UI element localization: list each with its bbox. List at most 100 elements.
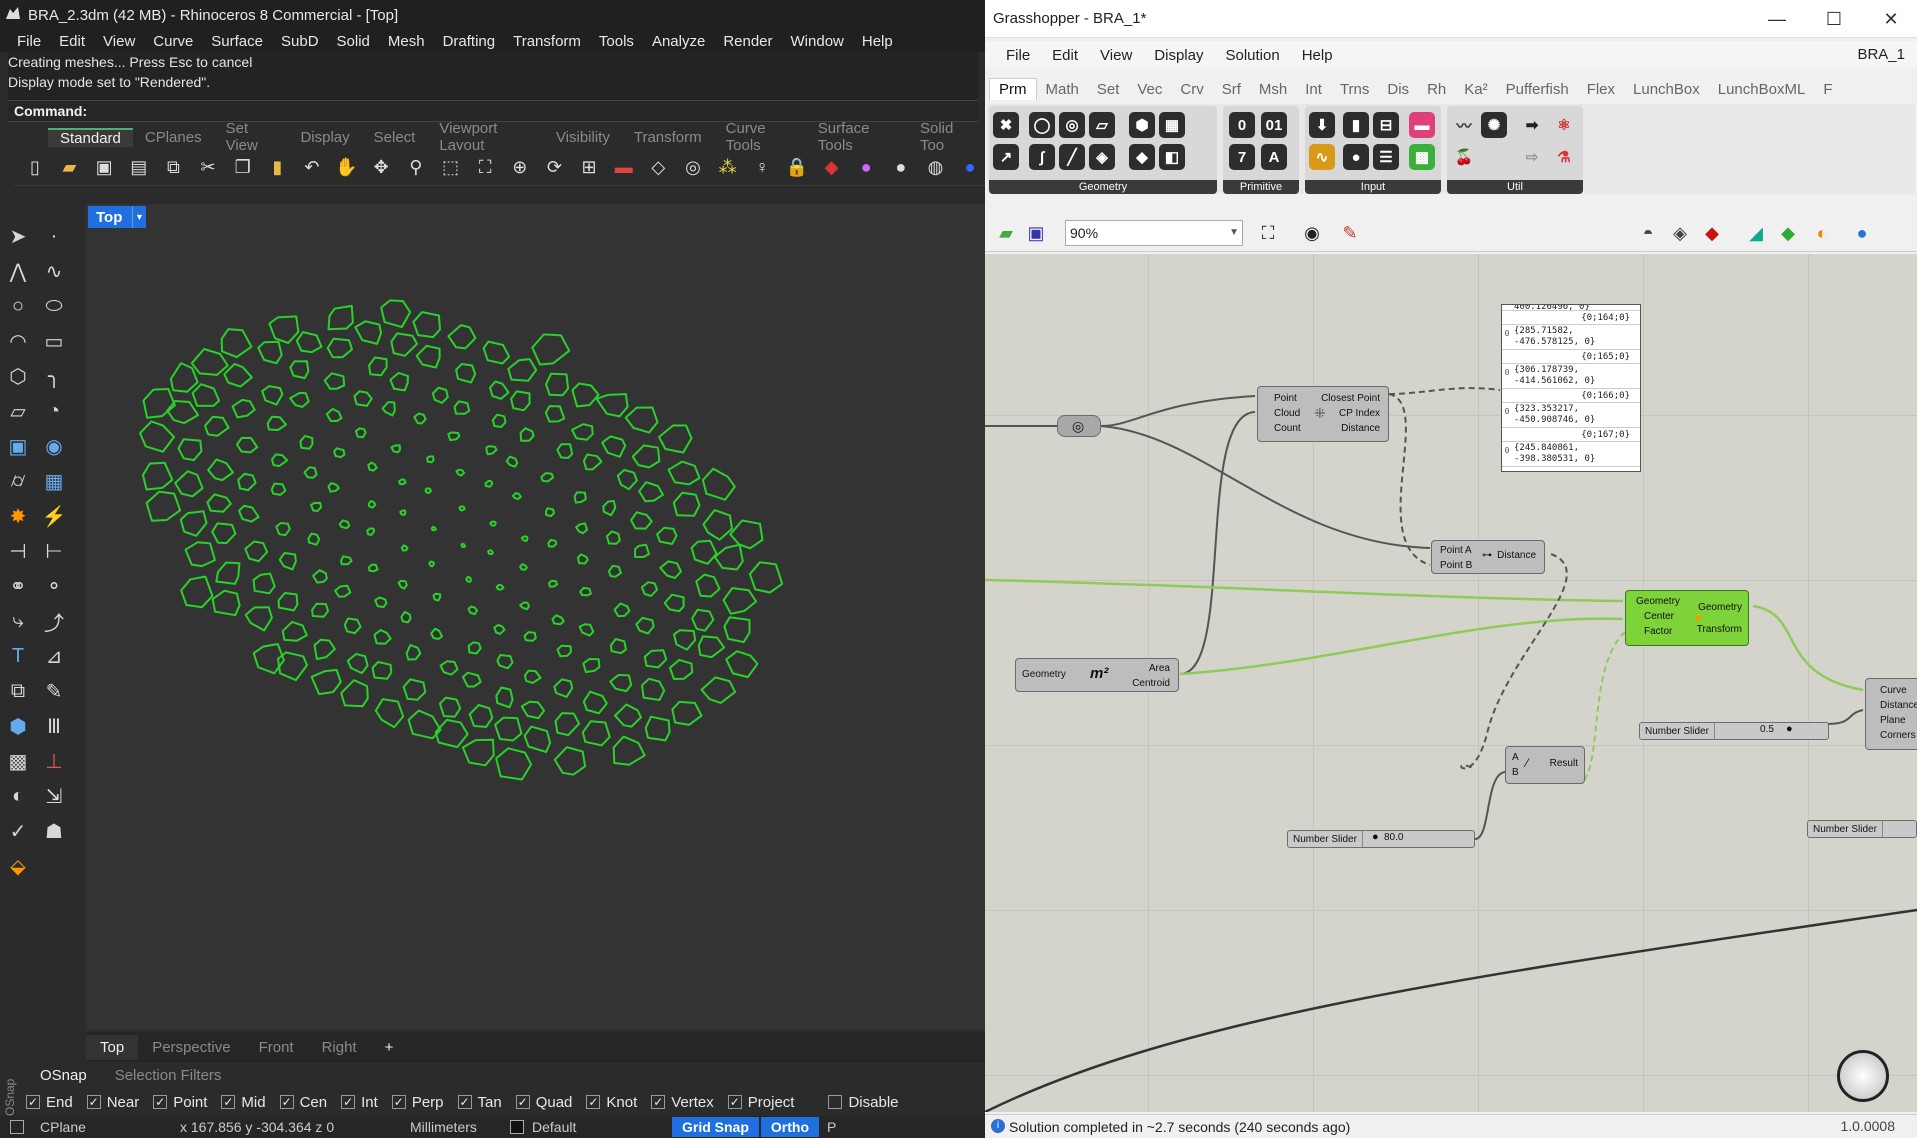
rhino-menu-analyze[interactable]: Analyze [643,33,714,50]
plane-param-icon[interactable]: ◈ [1089,144,1115,170]
voronoi-cell[interactable] [371,661,393,680]
text-icon[interactable]: T [2,640,34,672]
zoom-select[interactable]: 90% ▼ [1065,220,1243,246]
voronoi-cell[interactable] [428,560,436,568]
voronoi-cell[interactable] [343,617,362,635]
display-sphere-icon[interactable]: ● [1847,218,1877,248]
voronoi-cell[interactable] [397,579,408,590]
point-icon[interactable]: · [38,220,70,252]
preview-selected-icon[interactable]: ◢ [1741,218,1771,248]
tab-display[interactable]: Display [288,129,361,146]
cp-input-cloud[interactable]: Cloud [1274,406,1301,421]
osnap-checkbox[interactable]: ✓ [586,1095,601,1109]
voronoi-cell[interactable] [640,581,659,597]
preview-shaded-icon[interactable]: ◆ [1697,218,1727,248]
area-component[interactable]: Geometry m² Area Centroid [1015,658,1179,692]
gh-tab-5[interactable]: Srf [1213,79,1250,100]
chevron-down-icon[interactable]: ▼ [132,206,146,228]
number-slider-right[interactable]: Number Slider [1807,820,1917,838]
voronoi-cell[interactable] [601,435,627,458]
render-icon[interactable]: ☗ [38,815,70,847]
cherry-icon[interactable]: 🍒 [1451,144,1477,170]
layer-name[interactable]: Default [532,1119,672,1135]
color-wheel-icon[interactable]: ● [851,153,881,183]
voronoi-cell[interactable] [519,427,535,442]
flask-icon[interactable]: ⚗ [1551,144,1577,170]
voronoi-cell[interactable] [461,738,495,767]
voronoi-cell[interactable] [327,304,354,331]
voronoi-cell[interactable] [439,696,462,718]
rotate-icon[interactable]: ⟳ [540,153,570,183]
box-param-icon[interactable]: ◆ [1129,144,1155,170]
voronoi-cell[interactable] [325,407,343,422]
gh-tab-12[interactable]: Pufferfish [1497,79,1578,100]
voronoi-cell[interactable] [556,644,572,658]
voronoi-cell[interactable] [400,610,412,624]
voronoi-cell[interactable] [278,552,297,571]
voronoi-cell[interactable] [553,678,574,698]
gh-tab-7[interactable]: Int [1296,79,1331,100]
rhino-menu-tools[interactable]: Tools [590,33,643,50]
gh-menu-solution[interactable]: Solution [1214,47,1290,64]
voronoi-cell[interactable] [389,371,409,392]
dist-input-point-b[interactable]: Point B [1440,558,1472,573]
maximize-icon[interactable]: ☐ [1819,6,1849,32]
zoom-selected-icon[interactable]: ⊕ [505,153,535,183]
voronoi-cell[interactable] [467,605,479,616]
rotate-view-icon[interactable]: ✥ [366,153,396,183]
voronoi-cell[interactable] [641,677,666,701]
tab-set-view[interactable]: Set View [214,120,289,154]
boolean-icon[interactable]: ◉ [38,430,70,462]
dimension-icon[interactable]: ⊿ [38,640,70,672]
arc-icon[interactable]: ◠ [2,325,34,357]
top-viewport[interactable] [86,204,985,1030]
osnap-tan[interactable]: ✓ Tan [457,1094,502,1111]
voronoi-cell[interactable] [468,704,494,728]
voronoi-cell[interactable] [484,479,494,488]
voronoi-cell[interactable] [531,333,571,366]
voronoi-cell[interactable] [334,584,352,598]
paint-bucket-icon[interactable]: ⬙ [2,850,34,882]
gh-tab-8[interactable]: Trns [1331,79,1378,100]
osnap-checkbox[interactable] [828,1095,843,1109]
graph-mapper-icon[interactable]: ∿ [1309,144,1335,170]
voronoi-cell[interactable] [271,453,289,467]
voronoi-cell[interactable] [434,718,469,749]
rect-input-curve[interactable]: Curve [1880,683,1917,698]
layer-swatch[interactable] [510,1120,524,1134]
osnap-checkbox[interactable]: ✓ [391,1095,406,1109]
cp-output-distance[interactable]: Distance [1321,421,1380,436]
voronoi-cell[interactable] [412,311,441,339]
voronoi-cell[interactable] [289,391,310,408]
voronoi-cell[interactable] [575,522,589,535]
voronoi-cell[interactable] [237,472,257,492]
scale-output-transform[interactable]: Transform [1697,619,1742,641]
voronoi-cell[interactable] [139,420,175,453]
point-param-component[interactable]: ◎ [1057,415,1101,437]
voronoi-cell[interactable] [579,586,592,597]
voronoi-cell[interactable] [495,686,514,709]
tab-transform[interactable]: Transform [622,129,714,146]
rhino-menu-mesh[interactable]: Mesh [379,33,434,50]
open-file-icon[interactable]: ▰ [991,218,1021,248]
layer-icon[interactable]: ◆ [817,153,847,183]
area-output-centroid[interactable]: Centroid [1132,676,1170,691]
vp-tab-front[interactable]: Front [245,1035,308,1060]
voronoi-cell[interactable] [430,525,437,532]
mesh-param-icon[interactable]: ▦ [1159,112,1185,138]
surface-param-icon[interactable]: ▱ [1089,112,1115,138]
voronoi-cell[interactable] [493,623,506,635]
swatch-input-icon[interactable]: ▩ [1409,144,1435,170]
area-output-area[interactable]: Area [1132,661,1170,676]
line-param-icon[interactable]: ╱ [1059,144,1085,170]
voronoi-cell[interactable] [261,385,284,406]
voronoi-cell[interactable] [644,715,671,742]
gh-tab-9[interactable]: Dis [1378,79,1418,100]
voronoi-cell[interactable] [748,561,784,594]
osnap-checkbox[interactable]: ✓ [86,1095,101,1109]
group-icon[interactable]: ⚭ [2,570,34,602]
voronoi-cell[interactable] [340,555,353,566]
voronoi-cell[interactable] [659,560,682,579]
voronoi-cell[interactable] [485,445,498,456]
arc-param-icon[interactable]: ◎ [1059,112,1085,138]
